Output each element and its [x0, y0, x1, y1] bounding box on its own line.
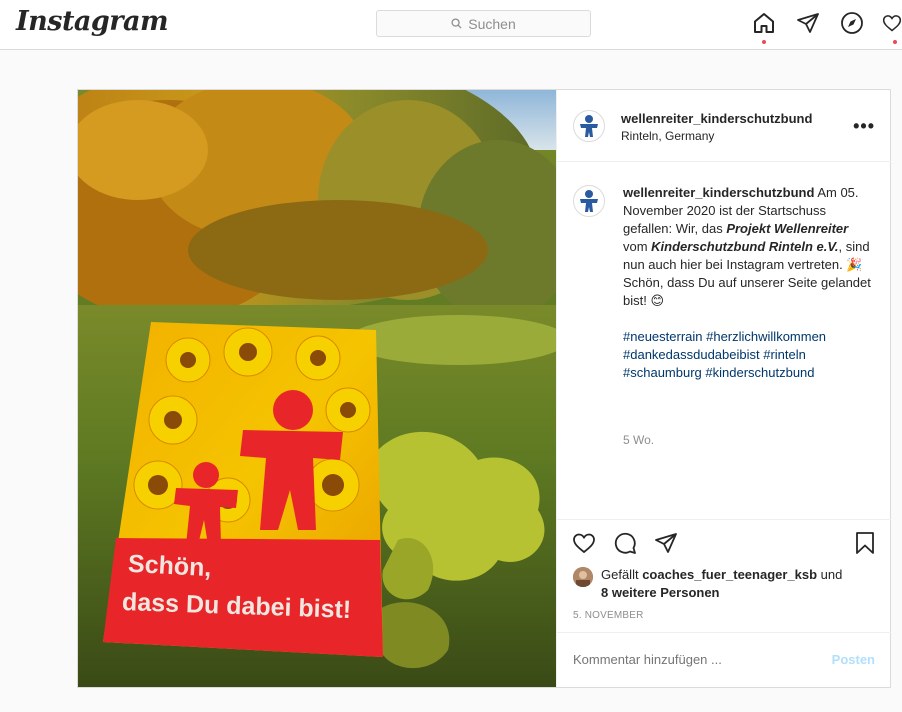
likes-others-link[interactable]: 8 weitere Personen — [573, 584, 873, 602]
direct-icon — [797, 13, 819, 33]
caption-area: wellenreiter_kinderschutzbund Am 05. Nov… — [557, 162, 891, 520]
post-date[interactable]: 5. NOVEMBER — [573, 610, 644, 621]
comment-icon — [614, 532, 636, 554]
post-header: wellenreiter_kinderschutzbund Rinteln, G… — [557, 90, 891, 162]
search-placeholder: Suchen — [468, 15, 516, 32]
author-avatar[interactable] — [573, 110, 605, 142]
caption-hashtags[interactable]: #neuesterrain #herzlichwillkommen #danke… — [623, 329, 826, 380]
liker-avatar[interactable] — [573, 567, 593, 587]
activity-button[interactable] — [882, 10, 902, 36]
author-username[interactable]: wellenreiter_kinderschutzbund — [621, 111, 812, 126]
search-bar[interactable]: Suchen — [376, 10, 591, 37]
kinderschutzbund-logo-icon — [580, 115, 598, 137]
instagram-logo[interactable]: Instagram — [16, 6, 169, 37]
liker-username[interactable]: coaches_fuer_teenager_ksb — [642, 567, 817, 582]
likes-summary: Gefällt coaches_fuer_teenager_ksb und 8 … — [573, 566, 873, 602]
caption-mid1: vom — [623, 239, 652, 254]
post-side-panel: wellenreiter_kinderschutzbund Rinteln, G… — [556, 90, 891, 687]
comment-button[interactable] — [612, 530, 638, 556]
heart-icon — [882, 15, 902, 32]
post-caption: wellenreiter_kinderschutzbund Am 05. Nov… — [623, 184, 873, 382]
caption-bold-org: Kinderschutzbund Rinteln e.V. — [651, 239, 839, 254]
post-location[interactable]: Rinteln, Germany — [621, 129, 714, 143]
caption-bold-project: Projekt Wellenreiter — [726, 221, 849, 236]
share-icon — [655, 533, 677, 553]
comment-input[interactable] — [573, 652, 803, 667]
post-card: Schön, dass Du dabei bist! wellenreiter_… — [77, 89, 891, 688]
explore-icon — [841, 12, 863, 34]
heart-icon — [573, 533, 595, 554]
top-navigation: Instagram Suchen — [0, 0, 902, 50]
more-options-button[interactable]: ••• — [853, 116, 875, 137]
home-button[interactable] — [751, 10, 777, 36]
activity-notification-dot — [893, 40, 897, 44]
smile-emoji: 😊 — [650, 293, 665, 308]
save-button[interactable] — [852, 530, 878, 556]
post-comment-button[interactable]: Posten — [832, 652, 875, 667]
like-button[interactable] — [571, 530, 597, 556]
kinderschutzbund-logo-icon — [580, 190, 598, 212]
home-notification-dot — [762, 40, 766, 44]
explore-button[interactable] — [839, 10, 865, 36]
likes-mid: und — [817, 567, 843, 582]
bookmark-icon — [856, 532, 874, 554]
caption-username[interactable]: wellenreiter_kinderschutzbund — [623, 185, 814, 200]
share-button[interactable] — [653, 530, 679, 556]
party-popper-emoji: 🎉 — [846, 257, 863, 272]
search-icon — [451, 18, 462, 29]
likes-prefix: Gefällt — [601, 567, 643, 582]
caption-avatar[interactable] — [573, 185, 605, 217]
post-actions — [557, 520, 891, 560]
post-photo[interactable]: Schön, dass Du dabei bist! — [78, 90, 556, 687]
comment-box: Posten — [557, 632, 891, 687]
direct-button[interactable] — [795, 10, 821, 36]
home-icon — [754, 13, 774, 33]
photo-text-line1: Schön, — [127, 549, 213, 583]
caption-time-ago[interactable]: 5 Wo. — [623, 433, 654, 447]
